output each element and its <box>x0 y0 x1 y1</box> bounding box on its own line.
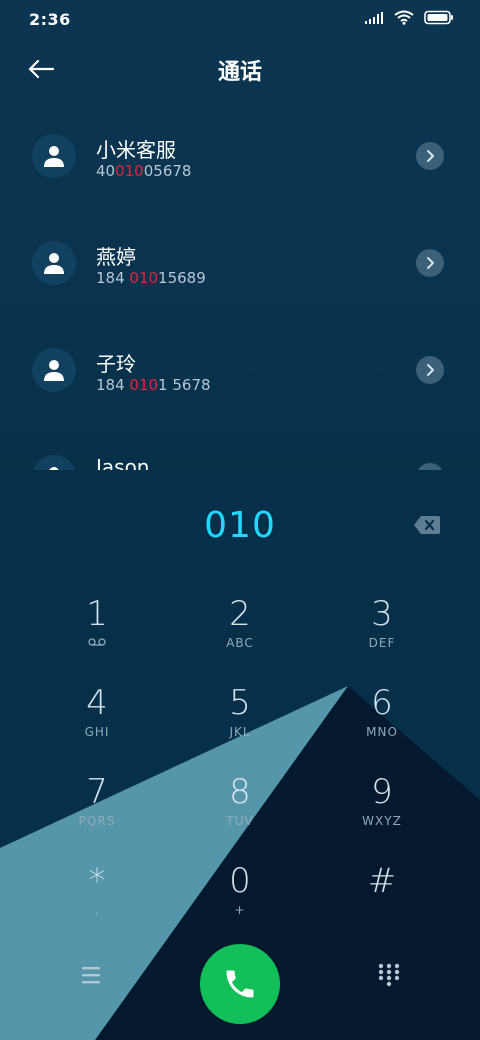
contact-name: 燕婷 <box>96 245 136 269</box>
key-7[interactable]: 7 PQRS <box>37 772 157 852</box>
key-8[interactable]: 8 TUV <box>180 772 300 852</box>
contact-number: 184 0101 5678 <box>96 376 211 394</box>
bottom-bar <box>0 930 480 1030</box>
key-5[interactable]: 5 JKL <box>180 683 300 763</box>
phone-icon <box>226 970 254 998</box>
contact-item[interactable]: 燕婷 184 01015689 <box>0 241 480 311</box>
contact-number: 4001005678 <box>96 162 192 180</box>
keypad-toggle-button[interactable] <box>376 962 402 988</box>
contact-name: 子玲 <box>96 352 136 376</box>
contact-detail-button[interactable] <box>416 356 444 384</box>
person-icon <box>44 253 64 274</box>
contact-item[interactable]: 小米客服 4001005678 <box>0 134 480 204</box>
contact-detail-button[interactable] <box>416 142 444 170</box>
contact-item[interactable]: 子玲 184 0101 5678 <box>0 348 480 418</box>
key-4[interactable]: 4 GHI <box>37 683 157 763</box>
dial-number-display: 010 <box>204 505 276 546</box>
contact-name: Jason <box>96 455 150 470</box>
delete-button[interactable] <box>413 515 441 537</box>
call-button[interactable] <box>200 944 280 1024</box>
voicemail-icon <box>88 638 106 646</box>
avatar <box>32 348 76 392</box>
key-2[interactable]: 2 ABC <box>180 594 300 674</box>
dialpad-icon <box>378 963 400 987</box>
contact-detail-button[interactable] <box>416 463 444 470</box>
avatar <box>32 455 76 470</box>
key-star[interactable]: * , <box>37 861 157 941</box>
menu-icon <box>82 967 100 984</box>
contact-name: 小米客服 <box>96 138 176 162</box>
person-icon <box>44 146 64 167</box>
key-9[interactable]: 9 WXYZ <box>322 772 442 852</box>
person-icon <box>44 360 64 381</box>
key-hash[interactable]: # <box>322 861 442 941</box>
person-icon <box>49 467 59 470</box>
contact-list: 小米客服 4001005678 燕婷 184 01015689 子玲 184 0… <box>0 0 480 470</box>
contact-number: 184 01015689 <box>96 269 206 287</box>
chevron-right-icon <box>427 364 434 376</box>
avatar <box>32 241 76 285</box>
key-0[interactable]: 0 + <box>180 861 300 941</box>
contact-item[interactable]: Jason <box>0 455 480 470</box>
avatar <box>32 134 76 178</box>
key-6[interactable]: 6 MNO <box>322 683 442 763</box>
chevron-right-icon <box>427 257 434 269</box>
menu-button[interactable] <box>78 964 104 986</box>
backspace-icon <box>414 516 440 534</box>
key-1[interactable]: 1 <box>37 594 157 674</box>
key-3[interactable]: 3 DEF <box>322 594 442 674</box>
chevron-right-icon <box>427 150 434 162</box>
contact-detail-button[interactable] <box>416 249 444 277</box>
